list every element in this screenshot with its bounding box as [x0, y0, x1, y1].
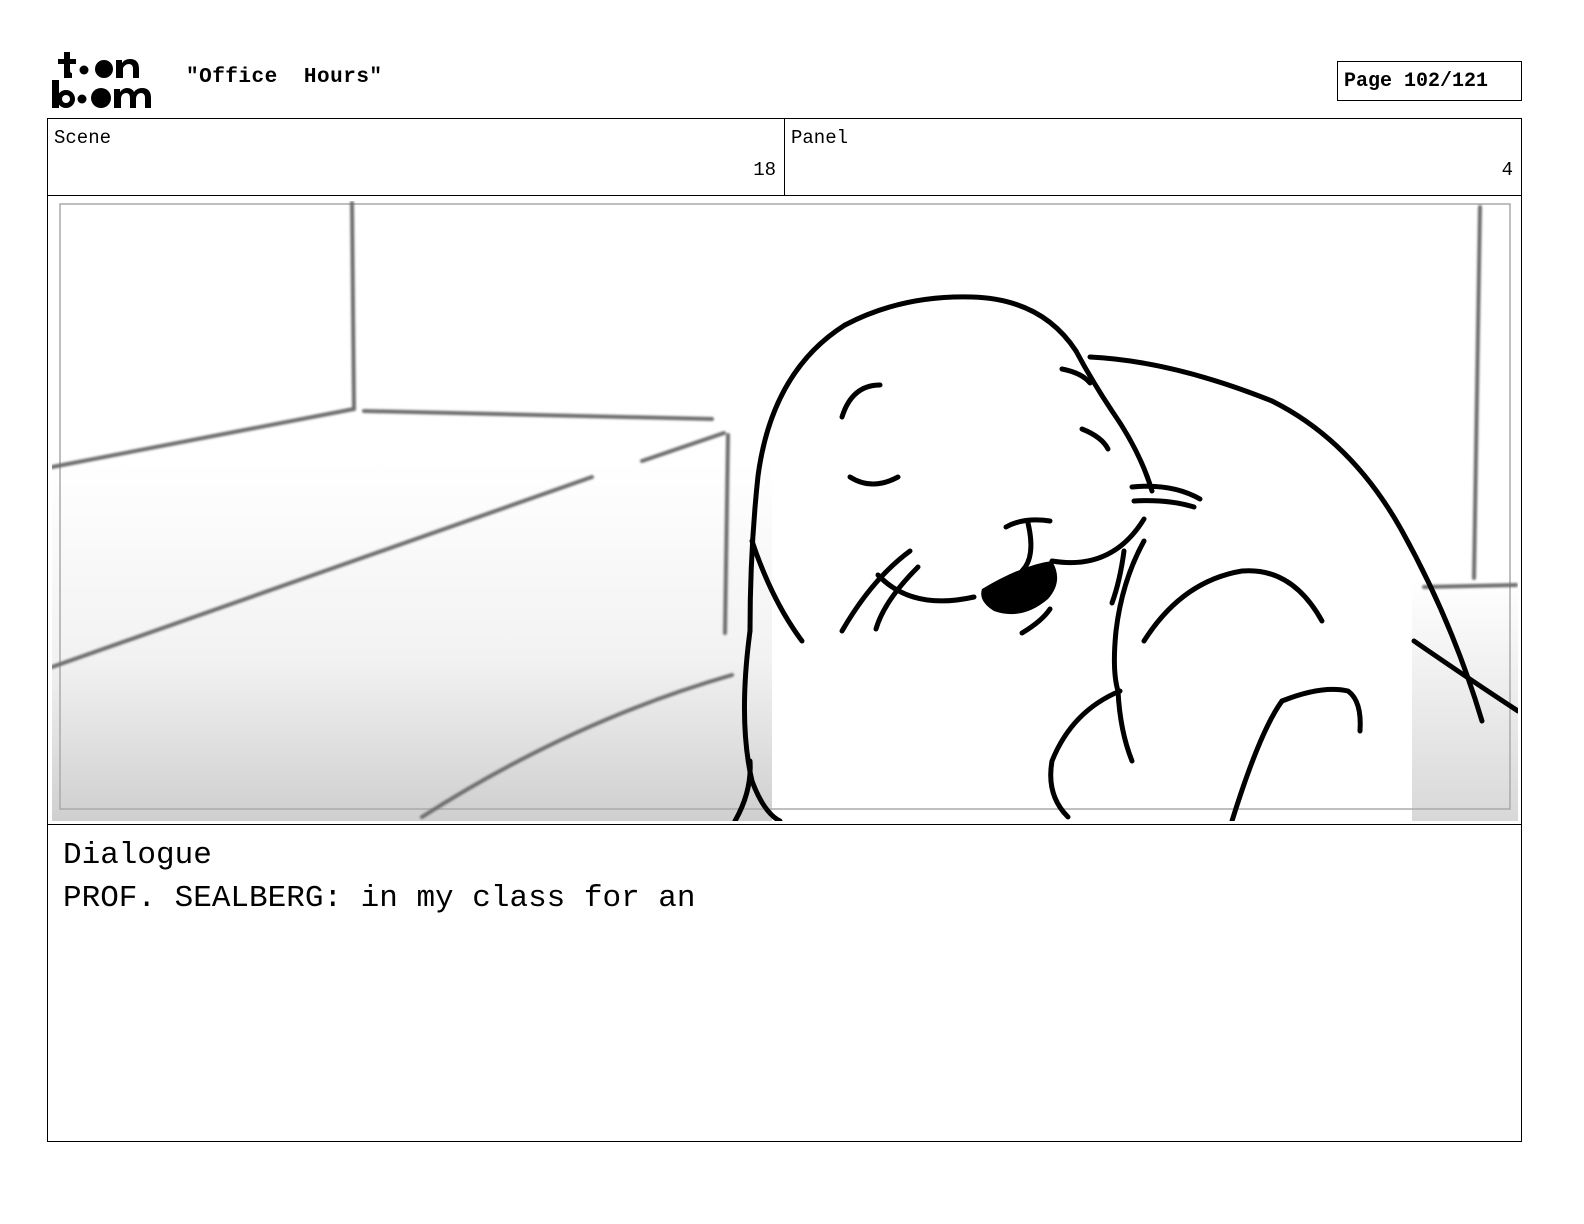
panel-cell: Panel 4 — [784, 119, 1521, 195]
scene-label: Scene — [54, 127, 112, 149]
storyboard-panel — [47, 195, 1522, 825]
document-title: "Office Hours" — [186, 66, 383, 89]
dialogue-box: Dialogue PROF. SEALBERG: in my class for… — [47, 824, 1522, 1142]
scene-panel-row: Scene 18 Panel 4 — [47, 118, 1522, 196]
toon-boom-logo — [52, 52, 151, 108]
dialogue-text: PROF. SEALBERG: in my class for an — [63, 881, 696, 916]
scene-cell: Scene 18 — [48, 119, 784, 195]
storyboard-drawing — [52, 201, 1518, 821]
panel-number: 4 — [1501, 159, 1513, 181]
panel-label: Panel — [791, 127, 849, 149]
scene-number: 18 — [753, 159, 776, 181]
page-indicator: Page 102/121 — [1337, 61, 1522, 101]
dialogue-heading: Dialogue — [63, 838, 212, 873]
